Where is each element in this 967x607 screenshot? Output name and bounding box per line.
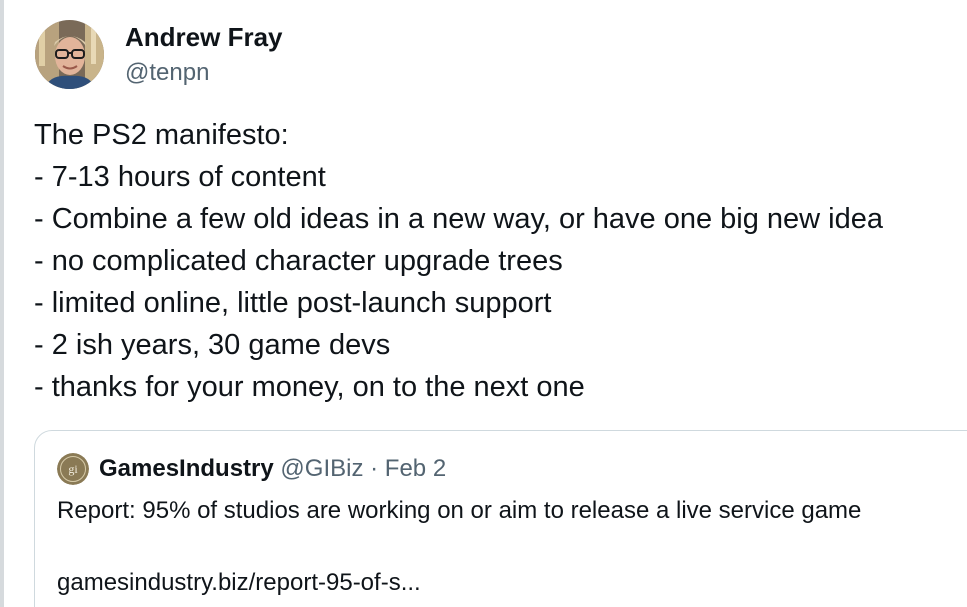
quoted-date[interactable]: Feb 2 bbox=[385, 455, 446, 482]
quoted-tweet-card[interactable]: gi GamesIndustry @GIBiz · Feb 2 Report: … bbox=[34, 430, 967, 607]
quoted-tweet-link[interactable]: gamesindustry.biz/report-95-of-s... bbox=[57, 569, 421, 597]
quoted-handle[interactable]: @GIBiz bbox=[280, 455, 363, 482]
quoted-display-name[interactable]: GamesIndustry bbox=[99, 455, 274, 482]
tweet-line: - thanks for your money, on to the next … bbox=[34, 371, 585, 403]
tweet-line: The PS2 manifesto: bbox=[34, 119, 289, 151]
gi-logo-letters: gi bbox=[68, 462, 78, 476]
timeline-left-border bbox=[0, 0, 4, 607]
gi-logo-icon: gi bbox=[57, 453, 89, 485]
tweet-line: - 2 ish years, 30 game devs bbox=[34, 329, 391, 361]
tweet-text: The PS2 manifesto: - 7-13 hours of conte… bbox=[34, 114, 959, 408]
quoted-tweet-text: Report: 95% of studios are working on or… bbox=[57, 497, 862, 524]
dot-separator: · bbox=[370, 455, 379, 482]
quoted-avatar[interactable]: gi bbox=[57, 453, 89, 485]
tweet-line: - Combine a few old ideas in a new way, … bbox=[34, 203, 884, 235]
author-avatar[interactable] bbox=[35, 20, 104, 89]
profile-photo-icon bbox=[35, 20, 104, 89]
tweet-line: - no complicated character upgrade trees bbox=[34, 245, 563, 277]
tweet-line: - limited online, little post-launch sup… bbox=[34, 287, 552, 319]
author-handle[interactable]: @tenpn bbox=[125, 59, 209, 87]
author-display-name[interactable]: Andrew Fray bbox=[125, 22, 283, 53]
tweet-line: - 7-13 hours of content bbox=[34, 161, 326, 193]
quoted-tweet-header: GamesIndustry @GIBiz · Feb 2 bbox=[99, 455, 446, 483]
